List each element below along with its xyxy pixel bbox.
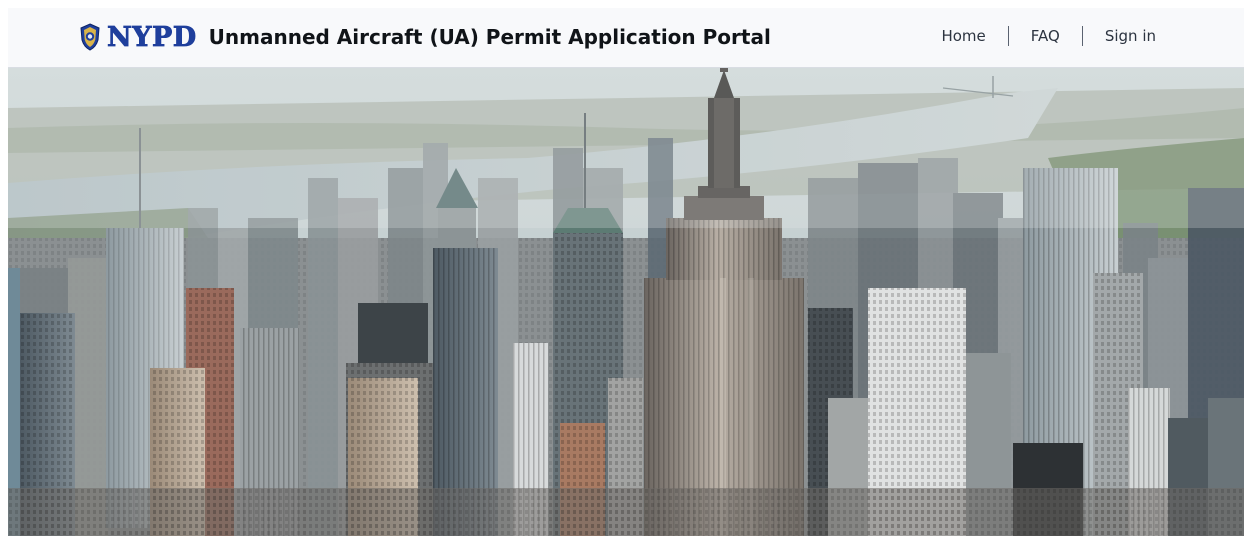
- police-badge-icon: [79, 23, 101, 51]
- nav-sign-in-link[interactable]: Sign in: [1105, 27, 1156, 45]
- nav-home-link[interactable]: Home: [941, 27, 985, 45]
- nypd-logo-text: NYPD: [107, 21, 197, 53]
- page-title: Unmanned Aircraft (UA) Permit Applicatio…: [208, 25, 771, 49]
- main-nav: Home FAQ Sign in: [941, 26, 1156, 46]
- nav-faq-link[interactable]: FAQ: [1031, 27, 1060, 45]
- nav-divider: [1081, 26, 1083, 46]
- hero-banner-image: [8, 68, 1244, 536]
- portal-page: NYPD Unmanned Aircraft (UA) Permit Appli…: [0, 0, 1244, 536]
- brand[interactable]: NYPD Unmanned Aircraft (UA) Permit Appli…: [79, 20, 771, 54]
- top-navigation-bar: NYPD Unmanned Aircraft (UA) Permit Appli…: [8, 8, 1244, 68]
- manhattan-skyline-illustration: [8, 68, 1244, 536]
- nav-divider: [1007, 26, 1009, 46]
